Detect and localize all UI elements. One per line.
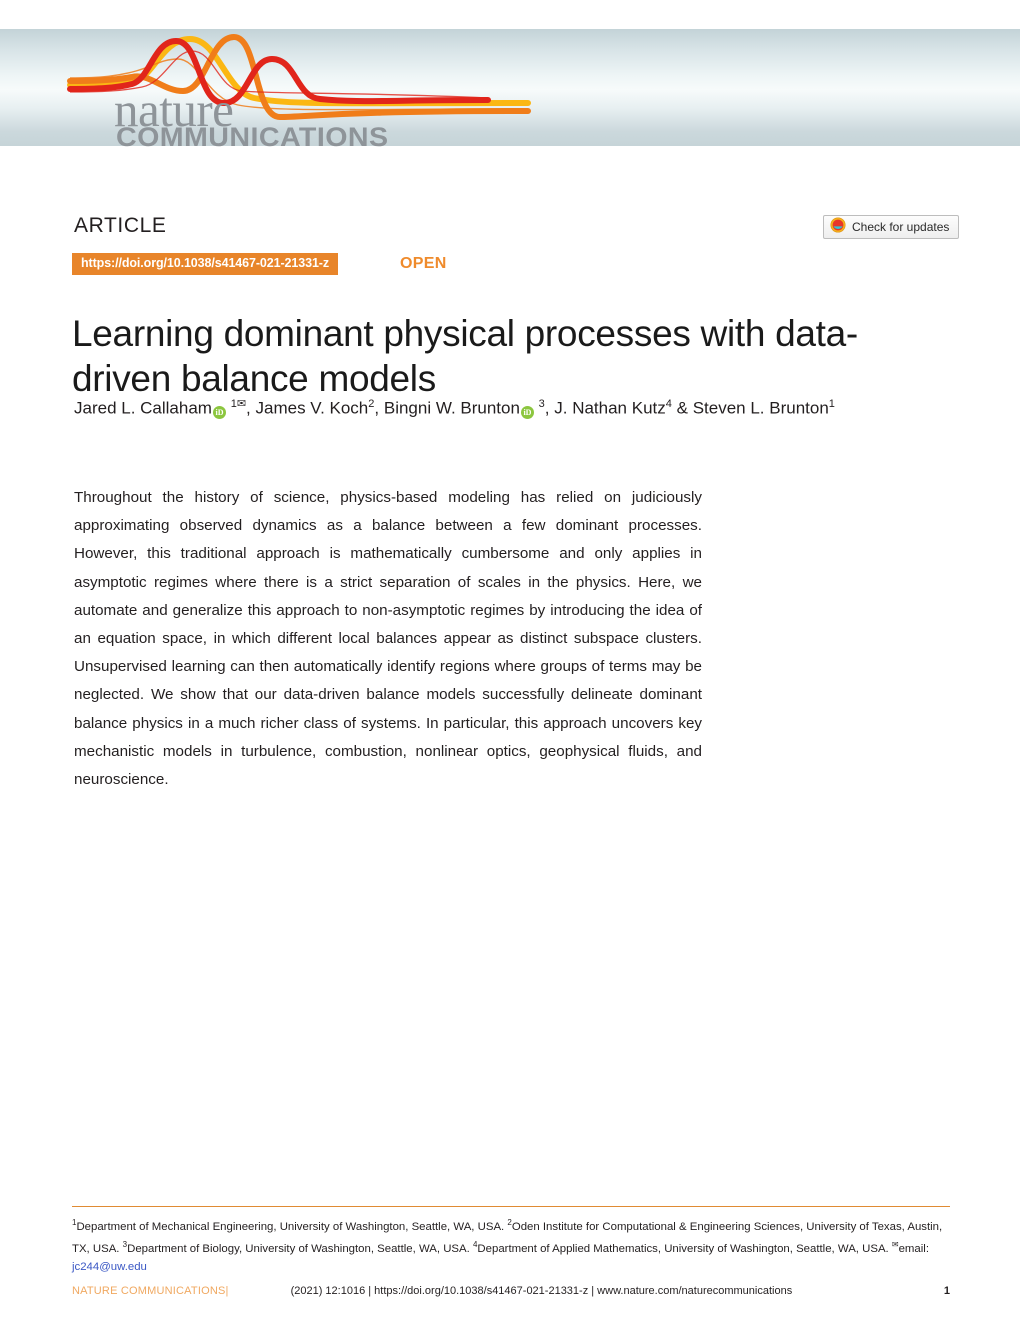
author-name[interactable]: Steven L. Brunton	[693, 399, 829, 418]
author-affiliation-marker: 2	[368, 398, 375, 410]
affiliation-text: Department of Applied Mathematics, Unive…	[477, 1243, 892, 1256]
orcid-icon[interactable]: iD	[212, 405, 226, 419]
author-list: Jared L. Callaham iD 1✉, James V. Koch2, …	[74, 398, 835, 419]
article-type-label: ARTICLE	[74, 214, 167, 237]
nature-communications-logo[interactable]: nature COMMUNICATIONS	[58, 29, 558, 152]
author-affiliation-marker: 3	[538, 398, 545, 410]
check-for-updates-button[interactable]: Check for updates	[823, 215, 960, 239]
logo-communications-wordmark: COMMUNICATIONS	[116, 122, 389, 152]
author-affiliation-marker: 1	[828, 398, 835, 410]
author-name[interactable]: James V. Koch	[256, 399, 369, 418]
email-envelope-icon: ✉	[891, 1240, 899, 1250]
footer-page-number: 1	[943, 1285, 950, 1297]
footer-journal-name: NATURE COMMUNICATIONS|	[72, 1285, 229, 1297]
affiliation-text: Department of Biology, University of Was…	[127, 1243, 473, 1256]
crossmark-icon	[830, 216, 846, 238]
doi-badge[interactable]: https://doi.org/10.1038/s41467-021-21331…	[72, 253, 339, 275]
author-affiliation-marker: 4	[665, 398, 672, 410]
article-page: nature COMMUNICATIONS ARTICLE Check for …	[0, 0, 1020, 1340]
author-name[interactable]: J. Nathan Kutz	[554, 399, 666, 418]
corresponding-author-icon[interactable]: ✉	[237, 398, 246, 410]
corresponding-email-link[interactable]: jc244@uw.edu	[72, 1261, 147, 1273]
affiliation-text: Department of Mechanical Engineering, Un…	[76, 1220, 508, 1233]
check-for-updates-label: Check for updates	[852, 220, 950, 234]
author-name[interactable]: Jared L. Callaham	[74, 399, 212, 418]
author-name[interactable]: Bingni W. Brunton	[384, 399, 520, 418]
page-title: Learning dominant physical processes wit…	[72, 312, 858, 399]
orcid-icon[interactable]: iD	[520, 405, 534, 419]
page-footer: NATURE COMMUNICATIONS| (2021) 12:1016 | …	[72, 1285, 950, 1297]
affiliations-divider	[72, 1206, 950, 1207]
abstract-text: Throughout the history of science, physi…	[74, 489, 702, 789]
affiliations-block: 1Department of Mechanical Engineering, U…	[72, 1214, 952, 1276]
footer-citation: (2021) 12:1016 | https://doi.org/10.1038…	[290, 1285, 793, 1297]
open-access-label: OPEN	[400, 255, 447, 272]
email-label: email:	[898, 1243, 929, 1256]
